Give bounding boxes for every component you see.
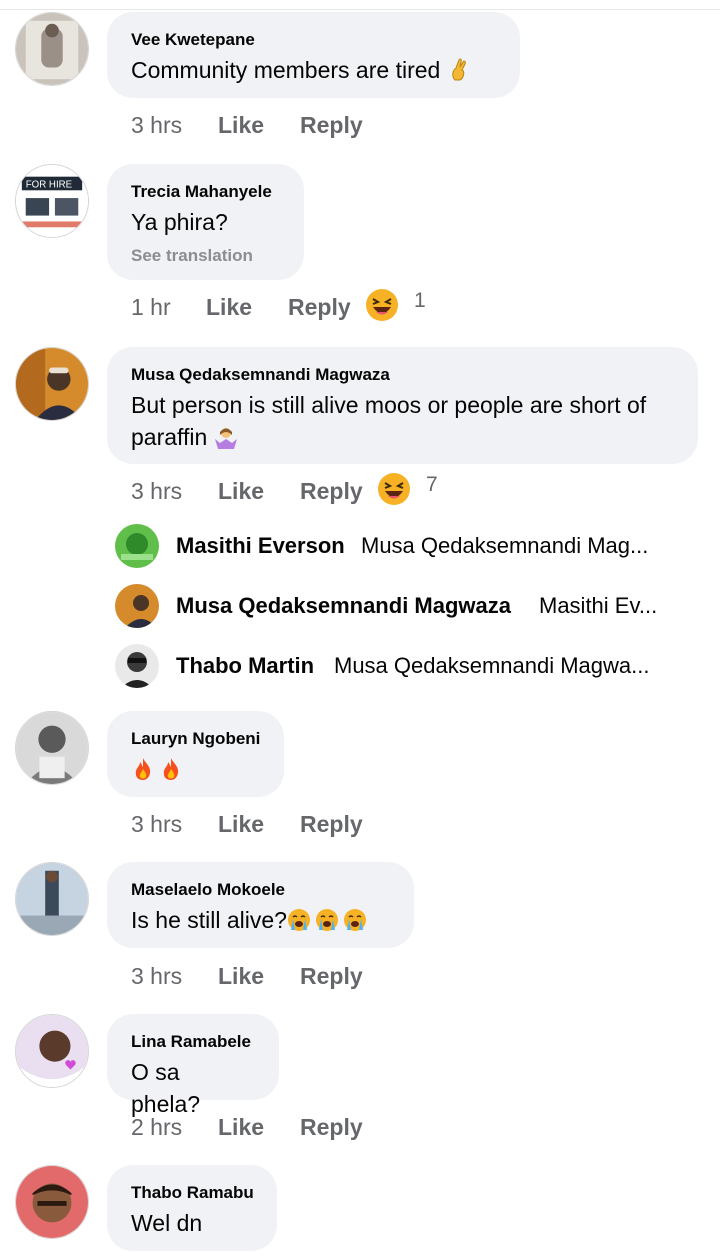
reply-preview: Masithi Ev... [539,593,658,618]
avatar[interactable] [15,347,89,421]
avatar[interactable] [15,1165,89,1239]
reaction-count: 1 [414,289,426,312]
crying-emoji [287,909,310,931]
fire-emoji [163,758,179,780]
comment-text: O sa phela? [131,1059,201,1117]
fire-emoji [135,758,151,780]
reply-button[interactable]: Reply [300,809,363,839]
reply-author: Musa Qedaksemnandi Magwaza [176,593,511,618]
comment-author[interactable]: Maselaelo Mokoele [131,879,390,901]
avatar[interactable] [15,862,89,936]
avatar[interactable]: FOR HIRE [15,164,89,238]
reaction-count: 7 [426,473,438,496]
comment-text: Is he still alive? [131,904,390,936]
crying-emoji [343,909,366,931]
comment-author[interactable]: Musa Qedaksemnandi Magwaza [131,364,674,386]
comment-text: Ya phira? [131,209,228,235]
like-button[interactable]: Like [206,292,252,322]
svg-text:FOR HIRE: FOR HIRE [26,179,73,190]
avatar [115,524,159,568]
reply-button[interactable]: Reply [288,292,351,322]
avatar [115,584,159,628]
comment-bubble: Trecia Mahanyele Ya phira? See translati… [107,164,304,280]
like-button[interactable]: Like [218,1112,264,1142]
crossed-fingers-emoji [451,58,466,81]
comment-time: 3 hrs [131,963,183,989]
comment-time: 3 hrs [131,811,183,837]
reply-author: Thabo Martin [176,653,315,678]
avatar [115,644,159,688]
avatar[interactable] [15,1014,89,1088]
reply-author: Masithi Everson [176,533,345,558]
comment-text [131,753,260,785]
reply-button[interactable]: Reply [300,1112,363,1142]
reply-button[interactable]: Reply [300,110,363,140]
crying-emoji [315,909,338,931]
like-button[interactable]: Like [218,110,264,140]
avatar[interactable] [15,711,89,785]
comment-text: But person is still alive moos or people… [131,392,647,450]
comment-author[interactable]: Lina Ramabele [131,1031,255,1053]
comment-text: Community members are tired [131,54,496,86]
reply-preview: Musa Qedaksemnandi Magwa... [334,653,650,678]
avatar[interactable] [15,12,89,86]
see-translation-link[interactable]: See translation [131,246,280,266]
comment-author[interactable]: Trecia Mahanyele [131,181,280,203]
comment-text: Wel dn [131,1210,203,1236]
comment-time: 3 hrs [131,112,183,138]
comment-time: 1 hr [131,294,171,320]
like-button[interactable]: Like [218,809,264,839]
like-button[interactable]: Like [218,476,264,506]
laughing-emoji[interactable] [365,288,399,322]
comment-time: 3 hrs [131,478,183,504]
comment-bubble: Maselaelo Mokoele Is he still alive? [107,862,414,948]
comment-bubble: Vee Kwetepane Community members are tire… [107,12,520,98]
comment-author[interactable]: Lauryn Ngobeni [131,728,260,750]
woman-shrugging-emoji [214,428,237,449]
comment-bubble: Lauryn Ngobeni [107,711,284,797]
reply-preview: Musa Qedaksemnandi Mag... [361,533,649,558]
comment-author[interactable]: Vee Kwetepane [131,29,496,51]
top-divider [0,9,720,10]
comment-bubble: Thabo Ramabu Wel dn [107,1165,277,1251]
comment-bubble: Lina Ramabele O sa phela? [107,1014,279,1117]
laughing-emoji[interactable] [377,472,411,506]
reply-button[interactable]: Reply [300,476,363,506]
comment-author[interactable]: Thabo Ramabu [131,1182,254,1204]
comment-bubble: Musa Qedaksemnandi Magwaza But person is… [107,347,698,464]
like-button[interactable]: Like [218,961,264,991]
reply-button[interactable]: Reply [300,961,363,991]
comment-time: 2 hrs [131,1114,183,1140]
